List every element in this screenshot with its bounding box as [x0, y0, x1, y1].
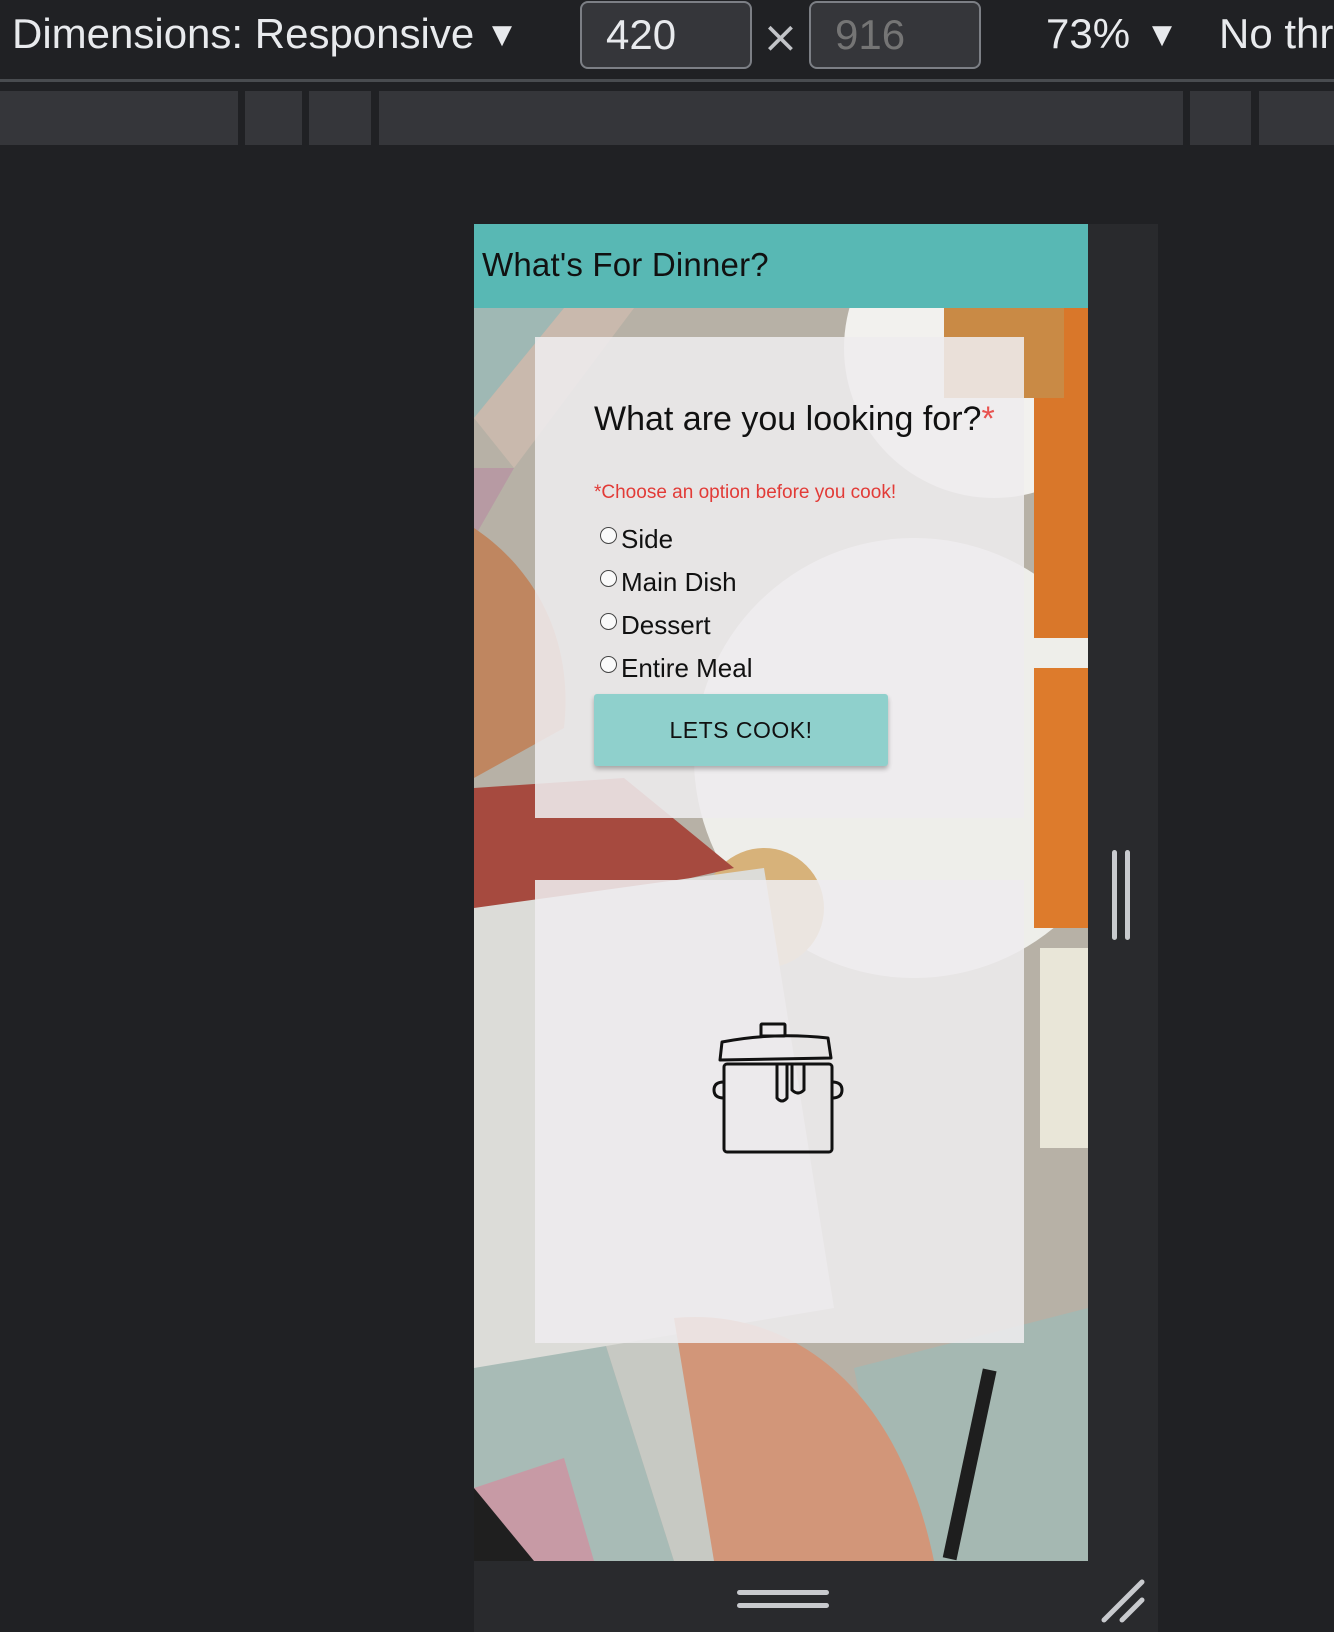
option-label: Entire Meal [621, 652, 753, 683]
question-heading: What are you looking for?* [594, 399, 1014, 440]
option-label: Dessert [621, 609, 711, 640]
media-query-segment[interactable] [1190, 91, 1251, 145]
page-title: What's For Dinner? [482, 246, 769, 283]
question-text: What are you looking for? [594, 400, 982, 438]
resize-corner-icon[interactable] [1098, 1576, 1148, 1626]
resize-gutter-right [1088, 224, 1158, 1561]
dimensions-caret-icon[interactable]: ▼ [492, 22, 512, 48]
media-query-segment[interactable] [309, 91, 371, 145]
media-query-segment[interactable] [379, 91, 1183, 145]
width-input[interactable] [580, 1, 752, 69]
validation-hint: *Choose an option before you cook! [594, 482, 897, 503]
option-dessert[interactable]: Dessert [600, 610, 711, 640]
resize-handle-bottom[interactable] [737, 1590, 829, 1595]
radio-dessert[interactable] [600, 612, 617, 630]
cooking-pot-icon [712, 1022, 844, 1154]
option-side[interactable]: Side [600, 524, 673, 554]
dimensions-dropdown[interactable]: Dimensions: Responsive [12, 10, 474, 58]
resize-handle-right[interactable] [1112, 850, 1117, 940]
resize-handle-right[interactable] [1125, 850, 1130, 940]
site-header: What's For Dinner? [474, 224, 1088, 308]
height-input[interactable] [809, 1, 981, 69]
times-icon: × [762, 12, 799, 63]
option-label: Side [621, 523, 674, 554]
device-toolbar: Dimensions: Responsive ▼ × 73% ▼ No thr [0, 0, 1334, 82]
resize-gutter-bottom [474, 1561, 1158, 1632]
media-query-bar [0, 91, 1334, 145]
result-card [535, 880, 1024, 1343]
form-card: What are you looking for?* *Choose an op… [535, 337, 1024, 818]
resize-handle-bottom[interactable] [737, 1603, 829, 1608]
device-viewport: What's For Dinner? What are you looking … [474, 224, 1088, 1561]
throttle-dropdown[interactable]: No thr [1219, 10, 1333, 58]
media-query-segment[interactable] [0, 91, 238, 145]
option-main-dish[interactable]: Main Dish [600, 567, 737, 597]
lets-cook-button[interactable]: LETS COOK! [594, 694, 888, 766]
zoom-caret-icon[interactable]: ▼ [1152, 22, 1172, 48]
zoom-dropdown[interactable]: 73% [1046, 10, 1130, 58]
radio-side[interactable] [600, 526, 617, 544]
media-query-segment[interactable] [245, 91, 302, 145]
media-query-segment[interactable] [1259, 91, 1334, 145]
option-label: Main Dish [621, 566, 737, 597]
radio-main-dish[interactable] [600, 569, 617, 587]
required-mark: * [981, 400, 995, 438]
option-entire-meal[interactable]: Entire Meal [600, 653, 753, 683]
radio-entire-meal[interactable] [600, 655, 617, 673]
